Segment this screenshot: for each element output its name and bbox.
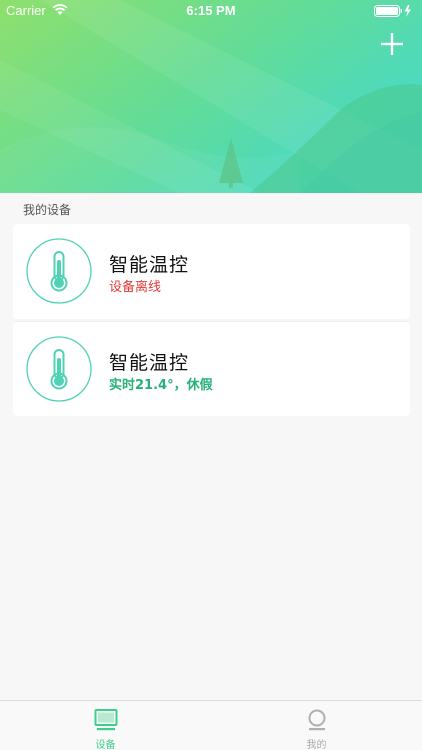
tab-devices[interactable]: 设备: [0, 701, 211, 750]
device-card[interactable]: 智能温控 设备离线: [13, 224, 410, 319]
status-bar: Carrier 6:15 PM: [0, 0, 422, 22]
monitor-icon: [94, 709, 118, 731]
device-list: 智能温控 设备离线 智能温控 实时21.4°，休假: [13, 224, 410, 418]
thermometer-icon: [26, 336, 92, 402]
device-status: 设备离线: [109, 280, 162, 295]
tab-label: 设备: [95, 740, 116, 750]
tab-label: 我的: [306, 740, 327, 750]
header-banner: [0, 0, 422, 193]
user-icon: [308, 709, 326, 731]
add-device-button[interactable]: [378, 30, 406, 58]
plus-icon: [381, 33, 403, 55]
thermometer-icon: [26, 238, 92, 304]
device-name: 智能温控: [109, 254, 190, 276]
tab-mine[interactable]: 我的: [211, 701, 422, 750]
clock: 6:15 PM: [186, 3, 236, 18]
battery-icon: [374, 5, 411, 17]
tab-bar: 设备 我的: [0, 700, 422, 750]
section-title: 我的设备: [23, 203, 72, 217]
device-name: 智能温控: [109, 352, 190, 374]
device-card[interactable]: 智能温控 实时21.4°，休假: [13, 321, 410, 416]
device-status: 实时21.4°，休假: [109, 378, 213, 393]
